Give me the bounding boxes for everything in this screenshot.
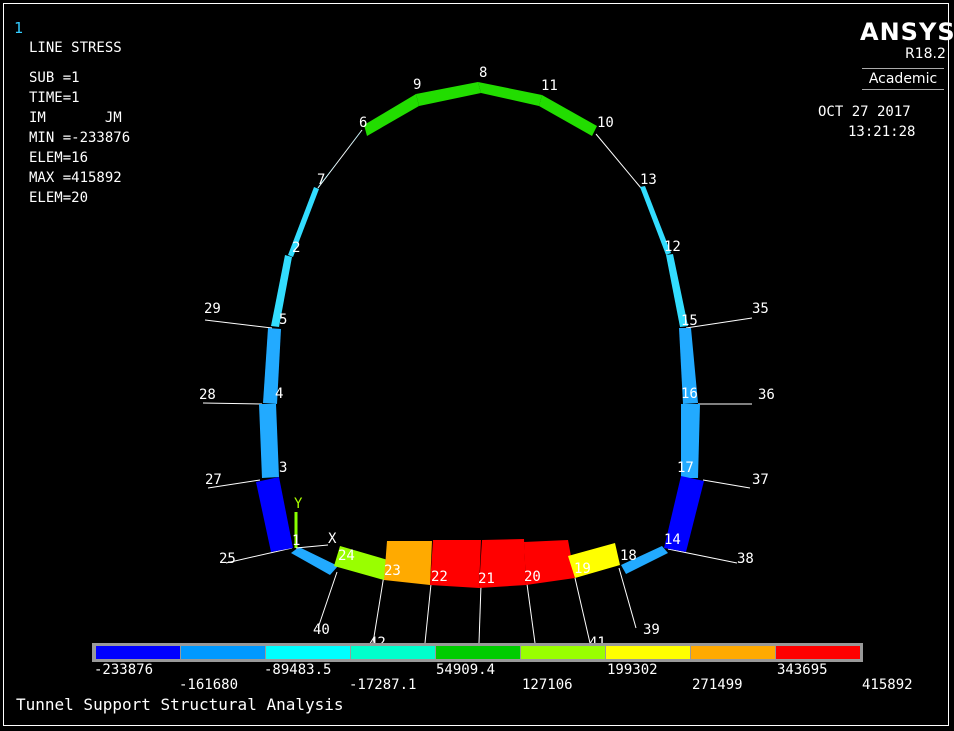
legend-value: 54909.4 — [436, 662, 496, 678]
node-label: 24 — [338, 548, 355, 564]
node-label: 1 — [292, 533, 300, 549]
node-label: 19 — [574, 561, 591, 577]
element-crown-left-a — [364, 94, 419, 136]
node-label: 4 — [275, 386, 283, 402]
legend-value: -89483.5 — [264, 662, 332, 678]
node-label: 23 — [384, 563, 401, 579]
legend-value: 199302 — [607, 662, 658, 678]
node-label: 2 — [292, 240, 300, 256]
legend-swatch — [521, 646, 605, 659]
legend-value: -17287.1 — [349, 677, 417, 693]
legend-swatch — [266, 646, 350, 659]
node-label: 11 — [541, 78, 558, 94]
node-label: 15 — [681, 313, 698, 329]
element-crown-right-a — [478, 82, 542, 106]
node-label: 6 — [359, 115, 367, 131]
element-crown-right-b — [539, 95, 597, 136]
triad-y-label: Y — [294, 496, 303, 512]
node-label: 21 — [478, 571, 495, 587]
element-invert-24 — [291, 547, 338, 575]
node-label: 39 — [643, 622, 660, 638]
element-crown-left-b — [416, 82, 481, 106]
coordinate-triad: Y X — [294, 496, 337, 549]
legend-value: 343695 — [777, 662, 828, 678]
node-label: 7 — [317, 172, 325, 188]
node-label: 35 — [752, 301, 769, 317]
node-label: 25 — [219, 551, 236, 567]
legend-value: -161680 — [179, 677, 239, 693]
legend-swatch — [351, 646, 435, 659]
stress-plot[interactable]: Y X 1 2 3 4 5 6 7 8 9 10 11 12 13 14 15 … — [0, 0, 954, 731]
node-label: 13 — [640, 172, 657, 188]
node-label: 18 — [620, 548, 637, 564]
node-label: 14 — [664, 532, 681, 548]
node-label: 5 — [279, 312, 287, 328]
element-left-mid-b — [259, 404, 279, 478]
node-label: 29 — [204, 301, 221, 317]
plot-title: Tunnel Support Structural Analysis — [16, 695, 344, 714]
legend-swatch — [96, 646, 180, 659]
element-left-min — [256, 477, 293, 552]
triad-x-label: X — [328, 531, 337, 547]
legend-swatch — [691, 646, 775, 659]
legend-swatch — [776, 646, 860, 659]
node-label: 38 — [737, 551, 754, 567]
node-label: 37 — [752, 472, 769, 488]
legend-swatch — [606, 646, 690, 659]
node-label: 22 — [431, 569, 448, 585]
node-label: 8 — [479, 65, 487, 81]
node-label: 40 — [313, 622, 330, 638]
node-label: 36 — [758, 387, 775, 403]
node-label: 10 — [597, 115, 614, 131]
beam-elements — [256, 82, 704, 588]
legend-value: 127106 — [522, 677, 573, 693]
legend-swatch — [436, 646, 520, 659]
node-label: 16 — [681, 386, 698, 402]
legend-swatch — [181, 646, 265, 659]
node-label: 28 — [199, 387, 216, 403]
node-label: 3 — [279, 460, 287, 476]
node-label: 17 — [677, 460, 694, 476]
node-label: 12 — [664, 239, 681, 255]
legend-value: 415892 — [862, 677, 913, 693]
legend-value: -233876 — [94, 662, 154, 678]
node-label: 20 — [524, 569, 541, 585]
legend-value: 271499 — [692, 677, 743, 693]
node-label: 9 — [413, 77, 421, 93]
node-label: 27 — [205, 472, 222, 488]
